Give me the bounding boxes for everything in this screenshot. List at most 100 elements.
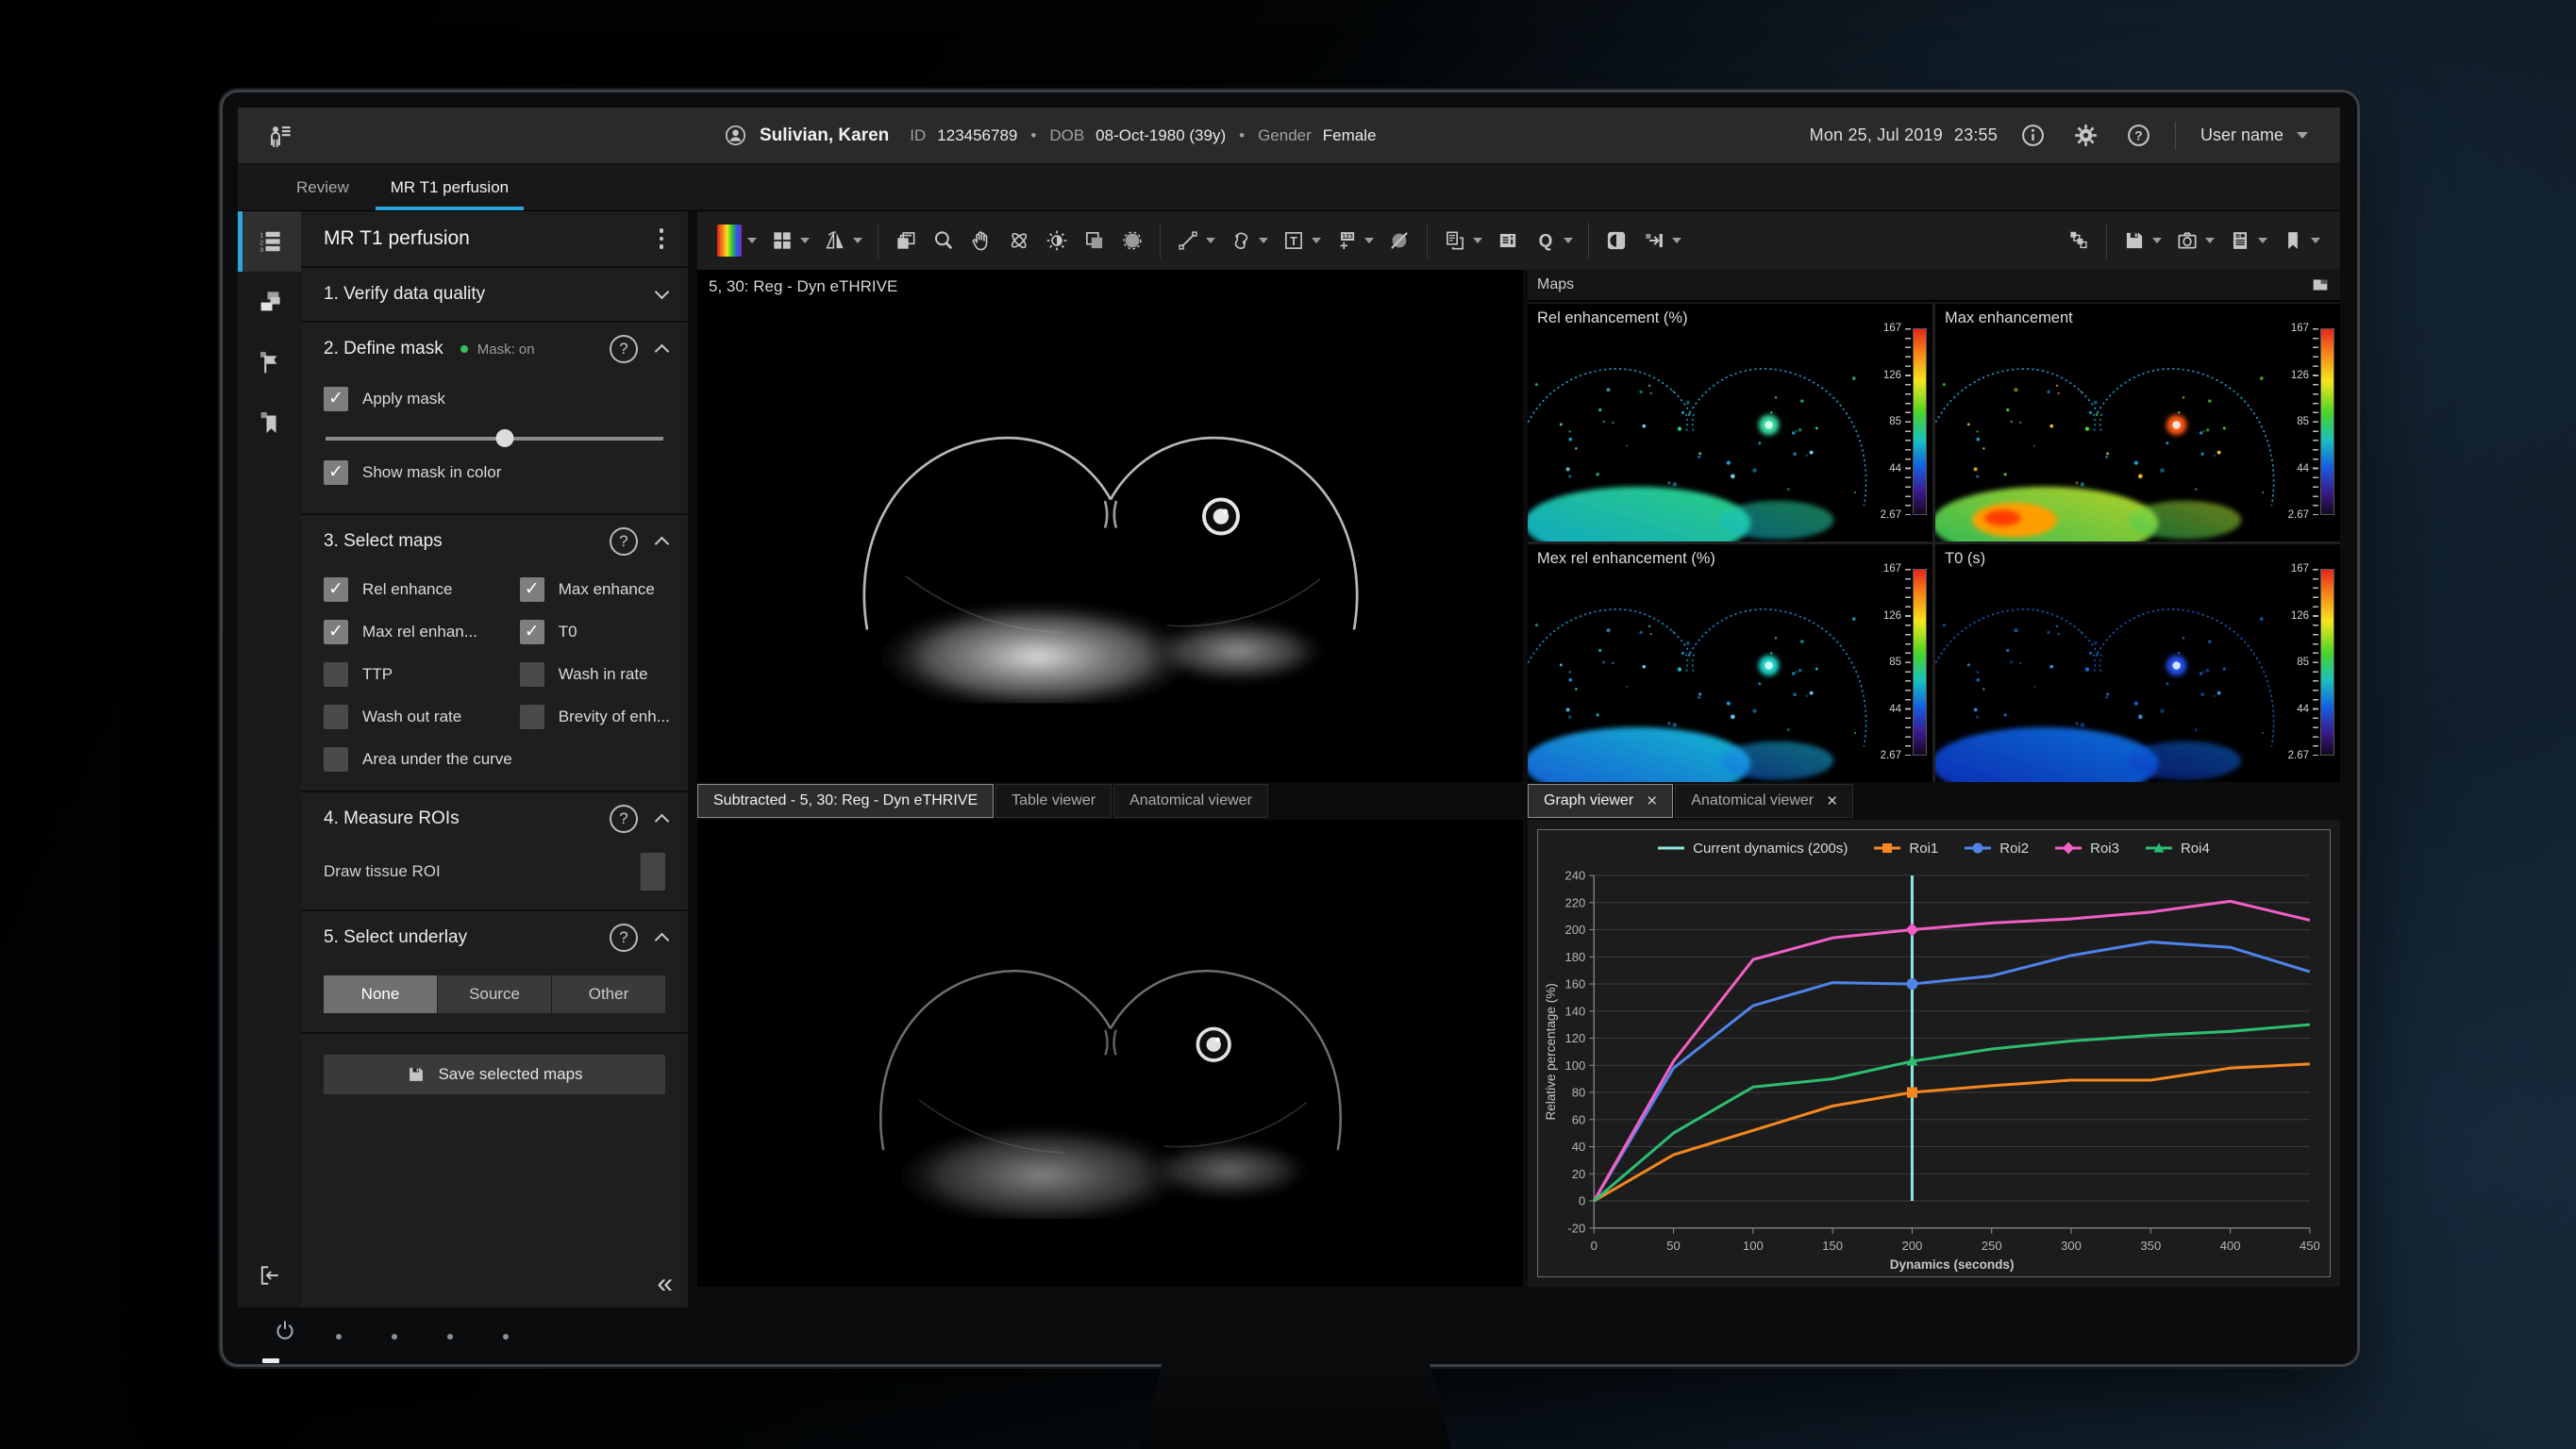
slider-track[interactable] [326,437,663,441]
exit-application-button[interactable] [238,1251,301,1300]
perfusion-chart[interactable]: -200204060801001201401601802002202400501… [1541,866,2327,1274]
flip-button[interactable] [816,218,869,263]
series-stack-button[interactable] [2060,218,2098,263]
chevron-down-icon[interactable] [1473,238,1482,243]
chevron-down-icon[interactable] [2258,238,2267,243]
checkbox-show-mask-in-color[interactable]: ✓ Show mask in color [324,460,665,485]
map-tile-t0[interactable]: T0 (s) 16712685442.67 [1935,544,2340,782]
checkbox-box[interactable]: ✓ [520,620,544,644]
settings-button[interactable] [2069,119,2103,153]
window-level-button[interactable] [1038,218,1076,263]
slider-thumb[interactable] [495,429,513,447]
checkbox-max-rel-enhan-[interactable]: ✓ Max rel enhan... [324,620,512,644]
copy-viewport-button[interactable] [1436,218,1489,263]
text-annotation-button[interactable]: T [1275,218,1328,263]
annotation-info-button[interactable] [1489,218,1527,263]
viewer-tab-graph-viewer[interactable]: Graph viewer × [1528,784,1673,818]
checkbox-box[interactable] [324,705,348,729]
section-header-measure-rois[interactable]: 4. Measure ROIs ? [301,792,688,845]
checkbox-box[interactable]: ✓ [324,577,348,602]
invert-button[interactable] [1597,218,1635,263]
checkbox-box[interactable]: ✓ [520,577,544,602]
rail-item-flag[interactable] [238,332,301,392]
chart-svg[interactable]: -200204060801001201401601802002202400501… [1541,866,2327,1274]
section-header-select-maps[interactable]: 3. Select maps ? [301,515,688,568]
chevron-down-icon[interactable] [747,238,757,243]
kebab-menu-icon[interactable] [654,223,670,255]
info-button[interactable] [2016,119,2050,153]
help-icon[interactable]: ? [610,527,638,556]
pixel-probe-button[interactable]: 123 [1328,218,1380,263]
checkbox-brevity-of-enh-[interactable]: Brevity of enh... [520,705,670,729]
checkbox-wash-in-rate[interactable]: Wash in rate [520,662,670,687]
main-image-viewport[interactable]: 5, 30: Reg - Dyn eTHRIVE [697,270,1523,782]
close-icon[interactable]: × [1827,792,1837,810]
close-icon[interactable]: × [1647,792,1657,810]
checkbox-area-under-the-curve[interactable]: Area under the curve [324,747,512,772]
checkbox-box[interactable]: ✓ [324,460,348,485]
export-button[interactable] [1635,218,1688,263]
roi-dropdown[interactable] [640,853,665,891]
chevron-down-icon[interactable] [853,238,862,243]
app-tab-review[interactable]: Review [276,164,370,210]
chevron-down-icon[interactable] [2205,238,2215,243]
rail-item-series-layout[interactable] [238,272,301,332]
checkbox-box[interactable] [324,662,348,687]
layout-icon[interactable] [2310,275,2331,295]
rail-item-workflow-list[interactable]: 123 [238,211,301,272]
blend-button[interactable] [1076,218,1113,263]
draw-roi-split-button[interactable] [640,853,665,891]
checkbox-box[interactable] [324,747,348,772]
checkbox-box[interactable]: ✓ [324,387,348,411]
help-icon[interactable]: ? [610,335,638,363]
checkbox-box[interactable] [520,705,544,729]
help-icon[interactable]: ? [610,805,638,833]
ruler-button[interactable] [1169,218,1222,263]
chevron-down-icon[interactable] [2311,238,2320,243]
rail-item-bookmark-nav[interactable] [238,392,301,453]
help-icon[interactable]: ? [610,924,638,952]
underlay-option-source[interactable]: Source [438,975,552,1013]
hide-annotations-button[interactable] [1380,218,1418,263]
checkbox-ttp[interactable]: TTP [324,662,512,687]
mask-threshold-slider[interactable] [326,428,663,447]
underlay-option-other[interactable]: Other [552,975,665,1013]
checkbox-box[interactable]: ✓ [324,620,348,644]
chevron-down-icon[interactable] [800,238,810,243]
rotate-3d-button[interactable] [1000,218,1038,263]
snapshot-button[interactable] [2168,218,2221,263]
subtracted-image-viewport[interactable] [697,820,1523,1287]
checkbox-box[interactable] [520,662,544,687]
pan-button[interactable] [962,218,1000,263]
report-button[interactable] [2221,218,2274,263]
chevron-down-icon[interactable] [1564,238,1573,243]
help-button[interactable]: ? [2122,119,2156,153]
map-tile-max[interactable]: Max enhancement 16712685442.67 [1935,304,2340,541]
chevron-down-icon[interactable] [1206,238,1215,243]
stack-button[interactable] [887,218,925,263]
user-menu[interactable]: User name [2195,125,2314,145]
colormap-button[interactable] [711,218,763,263]
map-tile-rel[interactable]: Rel enhancement (%) 16712685442.67 [1528,304,1932,541]
save-selected-maps-button[interactable]: Save selected maps [324,1055,665,1094]
viewer-tab-subtracted-5-30-reg-dyn-ethrive[interactable]: Subtracted - 5, 30: Reg - Dyn eTHRIVE [697,784,994,818]
checkbox-wash-out-rate[interactable]: Wash out rate [324,705,512,729]
map-tile-mex[interactable]: Mex rel enhancement (%) 16712685442.67 [1528,544,1932,782]
lasso-button[interactable] [1222,218,1275,263]
chevron-down-icon[interactable] [1364,238,1374,243]
chevron-down-icon[interactable] [1312,238,1321,243]
viewer-tab-anatomical-viewer[interactable]: Anatomical viewer [1113,784,1268,818]
section-header-verify[interactable]: 1. Verify data quality [301,268,688,321]
layout-grid-button[interactable] [763,218,816,263]
checkbox-max-enhance[interactable]: ✓ Max enhance [520,577,670,602]
zoom-button[interactable] [925,218,962,263]
save-button[interactable] [2116,218,2168,263]
collapse-panel-button[interactable]: « [657,1270,673,1298]
checkbox-rel-enhance[interactable]: ✓ Rel enhance [324,577,512,602]
chevron-down-icon[interactable] [1259,238,1268,243]
quantify-button[interactable]: Q [1527,218,1580,263]
underlay-option-none[interactable]: None [324,975,438,1013]
viewer-tab-anatomical-viewer[interactable]: Anatomical viewer × [1675,784,1853,818]
bookmark-button[interactable] [2274,218,2327,263]
checkbox-apply-mask[interactable]: ✓ Apply mask [324,387,665,411]
